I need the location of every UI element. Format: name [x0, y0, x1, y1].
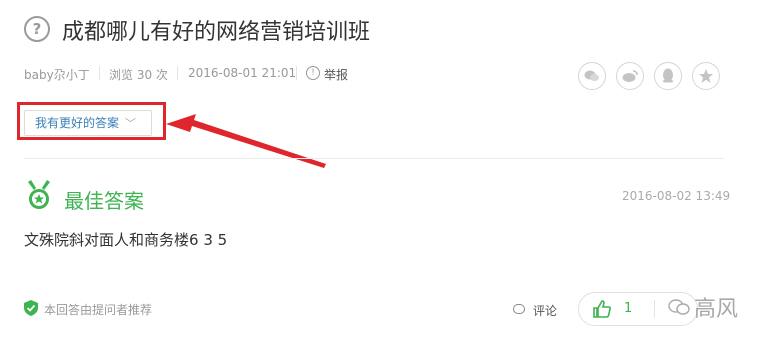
wechat-watermark-icon [668, 299, 690, 315]
watermark-text: 高风 [694, 297, 739, 322]
vote-divider [654, 300, 655, 318]
comment-link[interactable]: 评论 [533, 302, 557, 319]
best-answer-heading: 最佳答案 [64, 189, 144, 213]
recommend-note: 本回答由提问者推荐 [44, 303, 153, 317]
section-divider [24, 158, 724, 159]
thumbs-up-icon[interactable] [592, 299, 612, 319]
like-count: 1 [624, 301, 633, 316]
shield-check-icon [24, 300, 38, 316]
comment-icon[interactable] [513, 304, 525, 314]
medal-icon [28, 180, 50, 209]
answer-text: 文殊院斜对面人和商务楼6 3 5 [24, 231, 228, 249]
answer-date: 2016-08-02 13:49 [622, 189, 731, 203]
